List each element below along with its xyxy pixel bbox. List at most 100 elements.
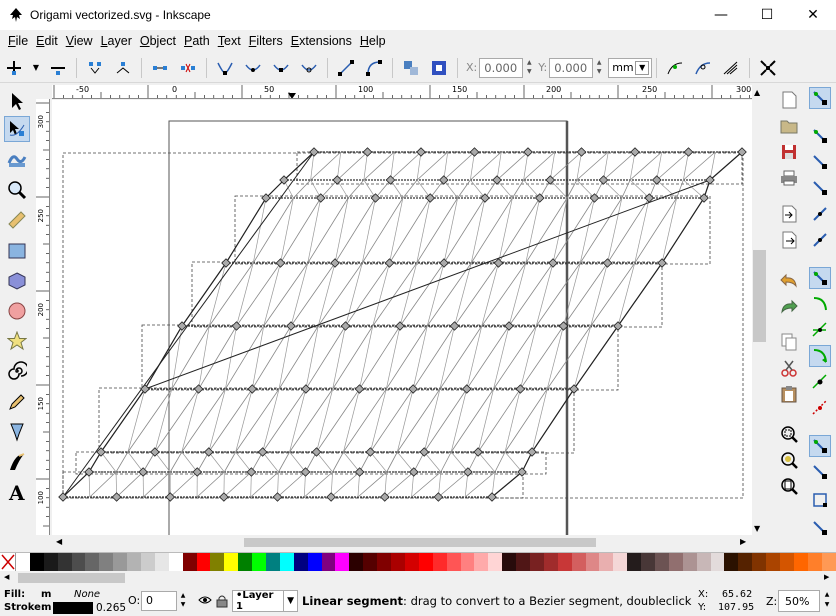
crease-line-vertical[interactable]	[384, 471, 415, 498]
crease-line-diagonal[interactable]	[470, 151, 475, 181]
palette-scrollbar-thumb[interactable]	[18, 573, 125, 583]
crease-line-diagonal[interactable]	[450, 451, 469, 473]
crease-line-diagonal[interactable]	[493, 325, 510, 390]
snap-nodes-icon[interactable]	[809, 267, 831, 289]
long-diagonal[interactable]	[62, 151, 315, 498]
path-node[interactable]	[473, 447, 483, 457]
crease-line-diagonal[interactable]	[426, 262, 445, 327]
unit-select[interactable]: mm ▼	[608, 57, 653, 78]
crease-line-vertical[interactable]	[389, 197, 431, 264]
crease-line-vertical[interactable]	[196, 471, 225, 498]
crease-line-vertical[interactable]	[263, 262, 309, 327]
crease-line-diagonal[interactable]	[334, 197, 349, 264]
print-icon[interactable]	[778, 167, 800, 189]
ellipse-tool[interactable]	[4, 298, 30, 324]
color-swatch[interactable]	[724, 553, 739, 571]
crease-line-vertical[interactable]	[525, 197, 568, 264]
crease-line-diagonal[interactable]	[454, 262, 472, 327]
crease-line-vertical[interactable]	[504, 388, 548, 453]
show-path-outline-icon[interactable]	[692, 57, 714, 79]
next-path-effect-icon[interactable]	[720, 57, 742, 79]
crease-line-vertical[interactable]	[307, 197, 349, 264]
crease-line-diagonal[interactable]	[100, 451, 117, 473]
horizontal-ruler[interactable]: -50 0 50 100 150 200 250 300	[52, 85, 752, 99]
snap-page-border-icon[interactable]	[809, 489, 831, 511]
crease-line-diagonal[interactable]	[236, 262, 254, 327]
horizontal-scrollbar-thumb[interactable]	[244, 538, 596, 547]
crease-line-vertical[interactable]	[293, 179, 311, 199]
color-swatch[interactable]	[224, 553, 239, 571]
crease-line-vertical[interactable]	[208, 262, 254, 327]
crease-line-vertical[interactable]	[477, 388, 521, 453]
path-node[interactable]	[461, 384, 472, 394]
path-node[interactable]	[395, 321, 405, 331]
crease-line-vertical[interactable]	[512, 179, 524, 199]
crease-line-diagonal[interactable]	[262, 388, 280, 453]
crease-line-diagonal[interactable]	[359, 325, 374, 390]
paste-icon[interactable]	[778, 383, 800, 405]
color-swatch[interactable]	[182, 553, 197, 571]
tweak-tool[interactable]	[4, 146, 30, 172]
zoom-spinner[interactable]: ▲ ▼	[822, 590, 832, 612]
crease-line-diagonal[interactable]	[496, 151, 502, 181]
menu-filters[interactable]: Filters	[245, 34, 287, 48]
crease-line-vertical[interactable]	[566, 179, 578, 199]
crease-line-diagonal[interactable]	[617, 262, 636, 327]
pencil-tool[interactable]	[4, 389, 30, 415]
close-button[interactable]: ✕	[790, 0, 836, 30]
color-swatch[interactable]	[391, 553, 405, 571]
crease-line-vertical[interactable]	[89, 471, 117, 498]
color-swatch[interactable]	[210, 553, 225, 571]
crease-line-vertical[interactable]	[345, 262, 390, 327]
bounding-box[interactable]	[191, 261, 663, 328]
color-swatch[interactable]	[418, 553, 433, 571]
crease-line-vertical[interactable]	[169, 451, 183, 473]
color-swatch[interactable]	[474, 553, 489, 571]
crease-line-diagonal[interactable]	[317, 262, 336, 327]
path-node[interactable]	[480, 193, 490, 203]
crease-line-diagonal[interactable]	[412, 325, 428, 390]
snap-paths-icon[interactable]	[809, 293, 831, 315]
path-node[interactable]	[286, 321, 296, 331]
crease-line-vertical[interactable]	[262, 388, 307, 453]
crease-line-diagonal[interactable]	[523, 179, 541, 199]
crease-line-vertical[interactable]	[336, 151, 368, 181]
crease-line-vertical[interactable]	[426, 262, 472, 327]
snap-bbox-edge-icon[interactable]	[809, 151, 831, 173]
crease-line-diagonal[interactable]	[552, 197, 568, 264]
crease-line-vertical[interactable]	[466, 325, 510, 390]
color-swatch[interactable]	[168, 553, 183, 571]
crease-line-vertical[interactable]	[412, 325, 455, 390]
path-node[interactable]	[569, 384, 579, 394]
crease-line-diagonal[interactable]	[603, 179, 623, 199]
undo-icon[interactable]	[778, 269, 800, 291]
zoom-tool[interactable]	[4, 177, 30, 203]
crease-line-vertical[interactable]	[363, 151, 395, 181]
vertical-scrollbar-thumb[interactable]	[753, 250, 766, 342]
crease-line-diagonal[interactable]	[470, 179, 486, 199]
path-node[interactable]	[203, 447, 214, 457]
crease-line-vertical[interactable]	[546, 325, 592, 390]
join-endnodes-icon[interactable]	[149, 57, 171, 79]
crease-line-diagonal[interactable]	[262, 451, 279, 473]
color-swatch[interactable]	[460, 553, 475, 571]
crease-line-diagonal[interactable]	[399, 262, 418, 327]
color-swatch[interactable]	[738, 553, 753, 571]
crease-line-vertical[interactable]	[223, 451, 237, 473]
color-swatch[interactable]	[696, 553, 711, 571]
copy-icon[interactable]	[778, 331, 800, 353]
crease-line-diagonal[interactable]	[576, 179, 595, 199]
crease-line-diagonal[interactable]	[289, 388, 307, 453]
snap-cusp-nodes-icon[interactable]	[809, 345, 831, 367]
eye-icon[interactable]	[198, 594, 212, 606]
crease-line-diagonal[interactable]	[396, 388, 414, 453]
color-swatch[interactable]	[488, 553, 503, 571]
path-node[interactable]	[311, 447, 322, 457]
zoom-input[interactable]: 50%	[778, 590, 820, 612]
crease-line-vertical[interactable]	[304, 471, 333, 498]
crease-line-diagonal[interactable]	[397, 451, 415, 473]
color-swatch[interactable]	[502, 553, 517, 571]
crease-line-vertical[interactable]	[289, 388, 334, 453]
crease-line-diagonal[interactable]	[504, 388, 521, 453]
spiral-tool[interactable]	[4, 358, 30, 384]
